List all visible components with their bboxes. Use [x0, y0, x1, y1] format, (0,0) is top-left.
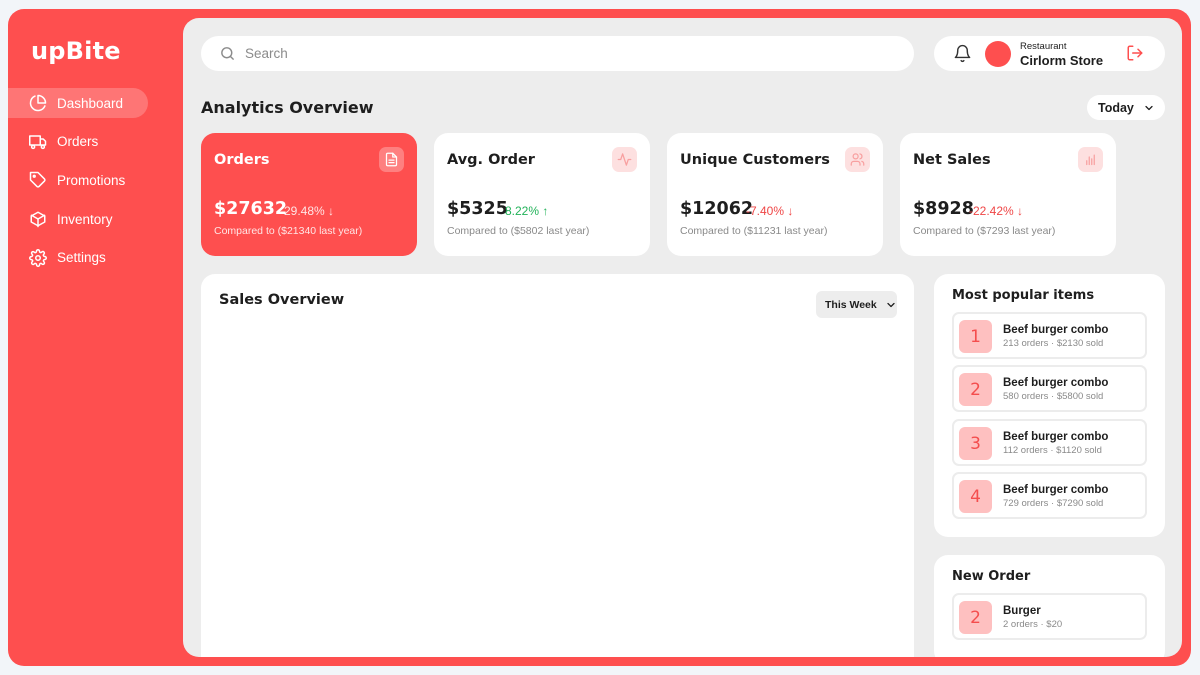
users-icon — [850, 153, 865, 166]
arrow-down-icon: ↓ — [328, 204, 335, 218]
profile-name: Cirlorm Store — [1020, 53, 1104, 68]
rank-badge: 2 — [959, 373, 992, 406]
stat-value: $27632 — [214, 199, 288, 219]
item-name: Beef burger combo — [1003, 484, 1109, 496]
stat-card-unique-customers[interactable]: Unique Customers $12062 -7.40% ↓ Compare… — [667, 133, 883, 256]
item-name: Beef burger combo — [1003, 324, 1109, 336]
sidebar-item-inventory[interactable]: Inventory — [8, 204, 148, 234]
period-dropdown-label: Today — [1098, 100, 1134, 115]
sidebar-item-settings[interactable]: Settings — [8, 243, 148, 273]
stat-change: -29.48% ↓ — [280, 204, 335, 218]
list-item[interactable]: 4 Beef burger combo 729 orders · $7290 s… — [952, 472, 1147, 519]
profile-label: Restaurant — [1020, 41, 1067, 52]
chevron-down-icon — [1145, 105, 1153, 110]
arrow-down-icon: ↓ — [1017, 204, 1024, 218]
panel-title: Most popular items — [952, 288, 1095, 303]
bar-chart-icon — [1086, 154, 1095, 166]
stat-icon — [1078, 147, 1103, 172]
item-name: Beef burger combo — [1003, 431, 1109, 443]
item-meta: 2 orders · $20 — [1003, 619, 1063, 630]
item-name: Burger — [1003, 605, 1041, 617]
page-title: Analytics Overview — [201, 98, 374, 117]
stat-icon — [845, 147, 870, 172]
search-bar[interactable] — [201, 36, 914, 71]
week-dropdown-label: This Week — [825, 298, 877, 311]
truck-icon — [29, 134, 47, 149]
stat-card-avg-order[interactable]: Avg. Order $5325 8.22% ↑ Compared to ($5… — [434, 133, 650, 256]
logout-icon[interactable] — [1126, 44, 1144, 62]
item-meta: 213 orders · $2130 sold — [1003, 338, 1104, 349]
sidebar-item-label: Dashboard — [57, 95, 124, 111]
pie-chart-icon — [29, 94, 47, 112]
item-meta: 580 orders · $5800 sold — [1003, 391, 1104, 402]
box-icon — [30, 211, 46, 228]
sidebar-item-label: Settings — [57, 250, 106, 266]
sidebar-item-label: Promotions — [57, 172, 126, 188]
item-name: Beef burger combo — [1003, 377, 1109, 389]
panel-title: Sales Overview — [219, 292, 345, 308]
stat-compare: Compared to ($11231 last year) — [680, 225, 828, 237]
search-icon — [221, 47, 234, 60]
rank-badge: 1 — [959, 320, 992, 353]
profile-card: Restaurant Cirlorm Store — [934, 36, 1165, 71]
rank-badge: 4 — [959, 480, 992, 513]
document-icon — [385, 152, 398, 167]
list-item[interactable]: 3 Beef burger combo 112 orders · $1120 s… — [952, 419, 1147, 466]
arrow-down-icon: ↓ — [787, 204, 794, 218]
sidebar-item-promotions[interactable]: Promotions — [8, 165, 148, 195]
avatar[interactable] — [985, 41, 1011, 67]
item-meta: 112 orders · $1120 sold — [1003, 445, 1102, 456]
sidebar-item-dashboard[interactable]: Dashboard — [8, 88, 148, 118]
main-content: Restaurant Cirlorm Store Analytics Overv… — [183, 18, 1182, 657]
panel-title: New Order — [952, 569, 1031, 584]
stat-card-net-sales[interactable]: Net Sales $8928 -22.42% ↓ Compared to ($… — [900, 133, 1116, 256]
arrow-up-icon: ↑ — [542, 204, 549, 218]
stat-icon — [612, 147, 637, 172]
week-dropdown[interactable]: This Week — [816, 291, 897, 318]
stat-change: 8.22% ↑ — [505, 204, 549, 218]
sales-overview-panel: Sales Overview This Week — [201, 274, 914, 657]
stat-icon — [379, 147, 404, 172]
stat-title: Net Sales — [913, 152, 991, 168]
app-shell: upBite Dashboard Orders Promotions Inven… — [8, 9, 1191, 666]
rank-badge: 3 — [959, 427, 992, 460]
search-input[interactable] — [245, 46, 845, 61]
stat-card-orders[interactable]: Orders $27632 -29.48% ↓ Compared to ($21… — [201, 133, 417, 256]
sidebar-item-label: Inventory — [57, 211, 113, 227]
list-item[interactable]: 2 Beef burger combo 580 orders · $5800 s… — [952, 365, 1147, 412]
stat-value: $5325 — [447, 199, 508, 219]
stat-compare: Compared to ($7293 last year) — [913, 225, 1056, 237]
brand-logo: upBite — [31, 37, 121, 65]
stat-compare: Compared to ($21340 last year) — [214, 225, 363, 237]
list-item[interactable]: 2 Burger 2 orders · $20 — [952, 593, 1147, 640]
gear-icon — [29, 248, 47, 267]
stat-title: Avg. Order — [447, 152, 535, 168]
sidebar-item-label: Orders — [57, 134, 99, 150]
sidebar-nav: Dashboard Orders Promotions Inventory Se… — [8, 88, 183, 281]
popular-items-panel: Most popular items 1 Beef burger combo 2… — [934, 274, 1165, 537]
stat-title: Unique Customers — [680, 152, 830, 168]
stat-value: $8928 — [913, 199, 974, 219]
bell-icon[interactable] — [953, 44, 972, 63]
item-meta: 729 orders · $7290 sold — [1003, 498, 1104, 509]
stat-change: -22.42% ↓ — [969, 204, 1024, 218]
period-dropdown[interactable]: Today — [1087, 95, 1165, 120]
new-order-panel: New Order 2 Burger 2 orders · $20 — [934, 555, 1165, 657]
stat-title: Orders — [214, 152, 270, 168]
tag-icon — [29, 172, 46, 188]
activity-icon — [617, 153, 632, 166]
list-item[interactable]: 1 Beef burger combo 213 orders · $2130 s… — [952, 312, 1147, 359]
stat-compare: Compared to ($5802 last year) — [447, 225, 590, 237]
stat-change: -7.40% ↓ — [746, 204, 794, 218]
chevron-down-icon — [887, 302, 895, 307]
sidebar-item-orders[interactable]: Orders — [8, 127, 148, 157]
stat-value: $12062 — [680, 199, 754, 219]
rank-badge: 2 — [959, 601, 992, 634]
